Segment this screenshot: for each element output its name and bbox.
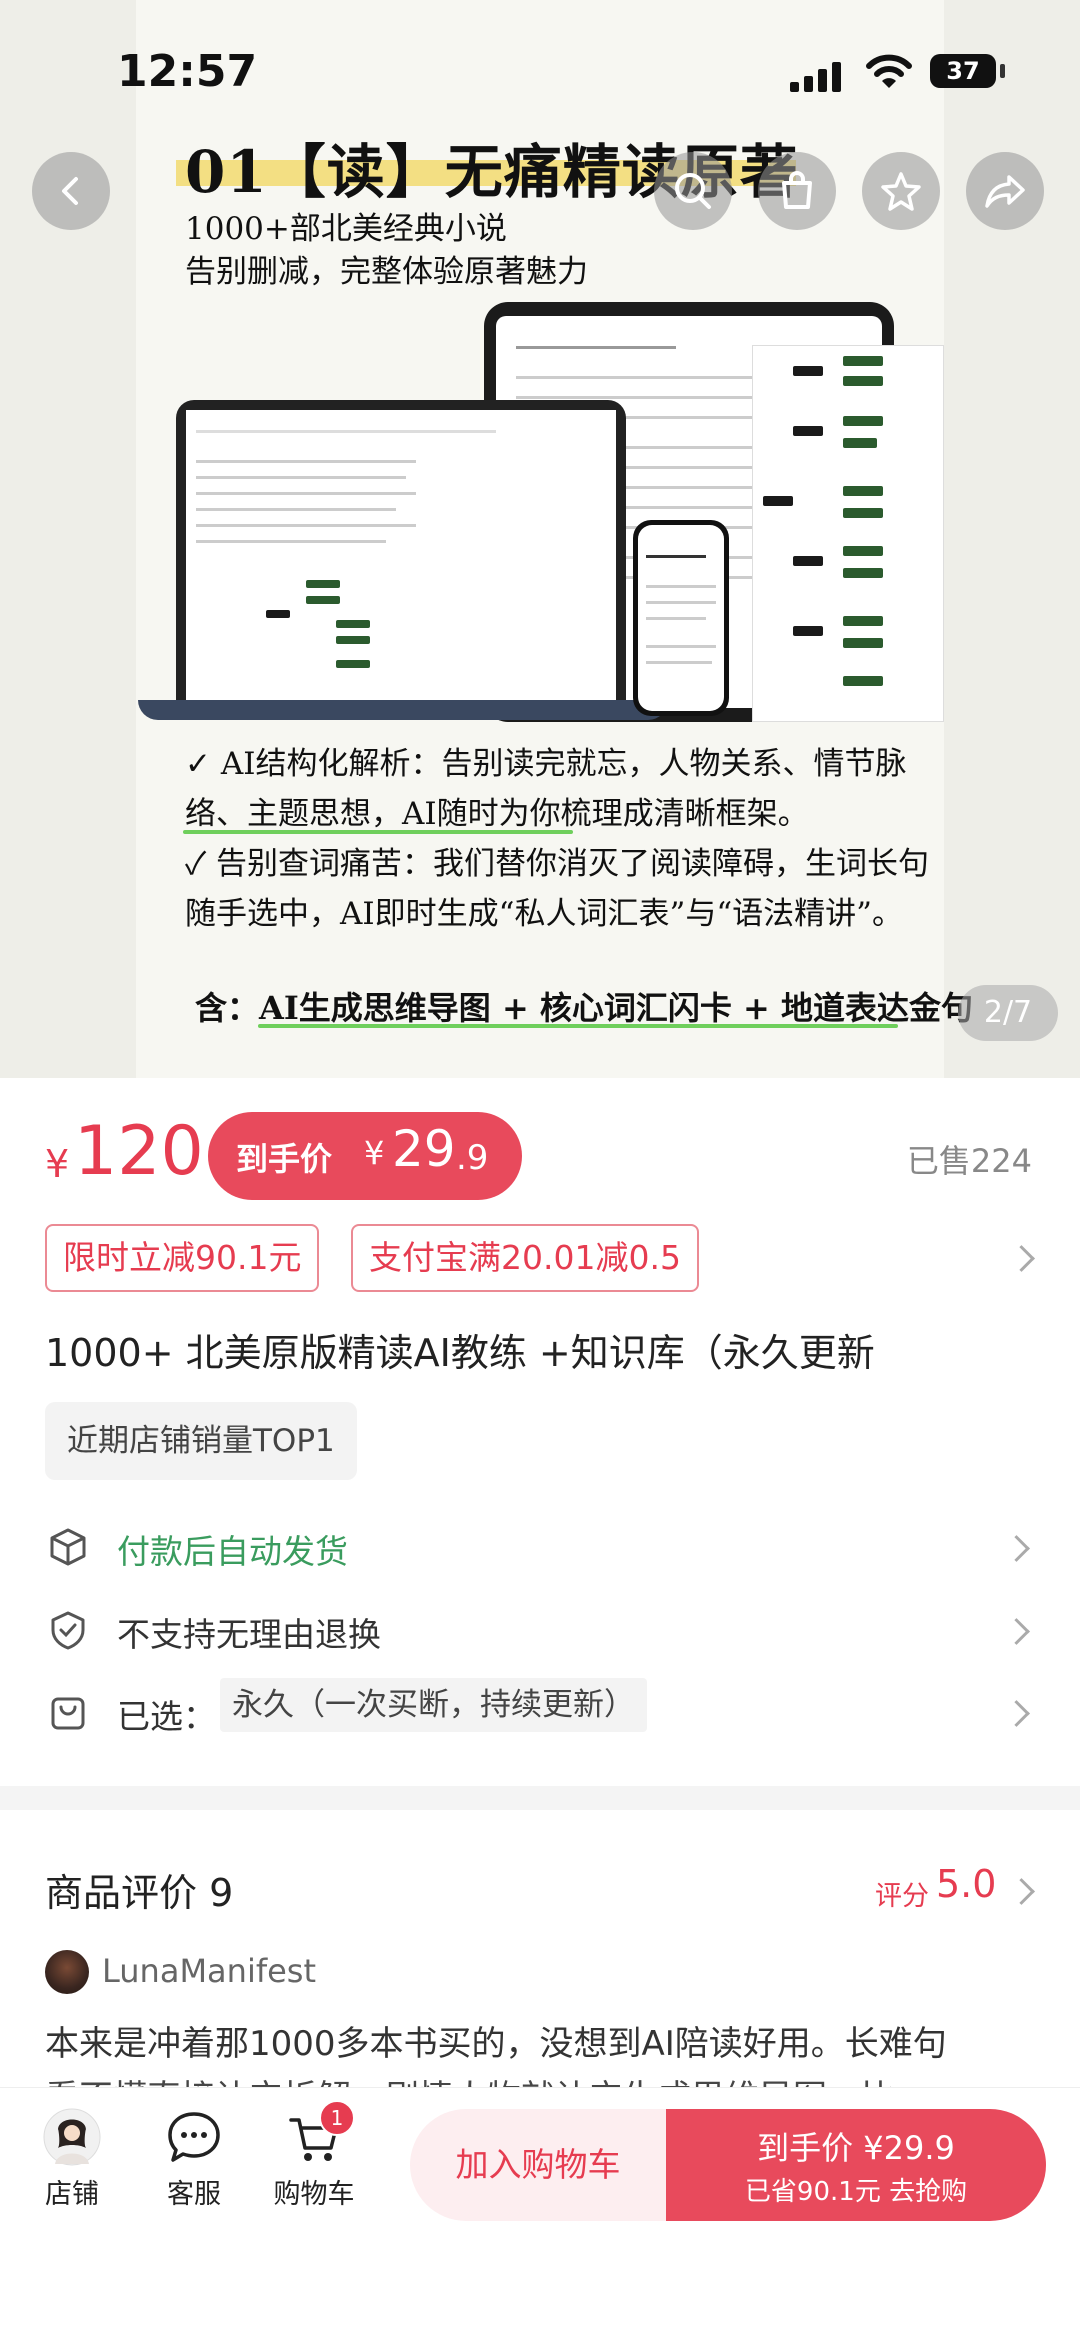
price-currency: ¥	[45, 1142, 70, 1186]
reviews-title[interactable]: 商品评价 9	[45, 1862, 233, 1917]
buy-saving-text: 已省90.1元 去抢购	[744, 2177, 968, 2207]
poster-footer: 含：AI生成思维导图 + 核心词汇闪卡 + 地道表达金句	[195, 989, 973, 1027]
chevron-right-icon[interactable]	[1008, 1245, 1035, 1272]
add-to-cart-button[interactable]: 加入购物车	[410, 2109, 666, 2221]
poster-body-line: ✓ AI结构化解析：告别读完就忘，人物关系、情节脉	[185, 746, 907, 782]
deal-price-badge: 到手价 ¥ 29 .9	[208, 1112, 522, 1200]
product-title: 1000+ 北美原版精读AI教练 +知识库（永久更新	[45, 1331, 875, 1375]
price-row: ¥ 120 到手价 ¥ 29 .9 已售224	[0, 1112, 1080, 1212]
underline-decoration	[183, 830, 573, 834]
back-button[interactable]	[32, 152, 110, 230]
underline-decoration	[258, 1024, 898, 1028]
shop-label: 店铺	[45, 2179, 99, 2210]
chevron-left-icon	[62, 177, 78, 205]
search-icon	[675, 173, 711, 209]
poster-subtitle: 告别删减，完整体验原著魅力	[185, 254, 588, 290]
chat-icon	[165, 2108, 223, 2166]
laptop-base	[138, 700, 668, 720]
return-policy-text: 不支持无理由退换	[117, 1615, 381, 1654]
review-score: 5.0	[936, 1862, 997, 1906]
rank-tag[interactable]: 近期店铺销量TOP1	[45, 1402, 357, 1480]
shop-avatar-icon	[43, 2108, 101, 2166]
cart-count-badge: 1	[319, 2100, 355, 2136]
selected-label: 已选：	[117, 1697, 216, 1736]
deal-label: 到手价	[236, 1140, 333, 1178]
shipping-row[interactable]: 付款后自动发货	[0, 1513, 1080, 1583]
battery-icon: 37	[930, 54, 996, 88]
poster-body-line: 随手选中，AI即时生成“私人词汇表”与“语法精讲”。	[185, 896, 904, 932]
review-text: 本来是冲着那1000多本书买的，没想到AI陪读好用。长难句	[45, 2024, 947, 2064]
shop-button[interactable]	[758, 152, 836, 230]
poster-subtitle: 1000+部北美经典小说	[185, 211, 507, 247]
avatar	[45, 1950, 89, 1994]
poster-body-line: ✓ 告别查词痛苦：我们替你消灭了阅读障碍，生词长句	[185, 846, 930, 882]
wifi-icon	[866, 54, 912, 88]
sold-count: 已售224	[906, 1142, 1032, 1180]
review-username: LunaManifest	[102, 1952, 316, 1990]
coupon-tag[interactable]: 限时立减90.1元	[45, 1224, 320, 1292]
chevron-right-icon	[1003, 1618, 1030, 1645]
return-policy-row[interactable]: 不支持无理由退换	[0, 1596, 1080, 1666]
buy-now-button[interactable]: 到手价 ¥29.9 已省90.1元 去抢购	[666, 2109, 1046, 2221]
coupon-tag[interactable]: 支付宝满20.01减0.5	[351, 1224, 699, 1292]
laptop-illustration	[176, 400, 626, 700]
shield-check-icon	[51, 1611, 85, 1650]
service-label: 客服	[167, 2179, 221, 2210]
deal-price-integer: 29	[392, 1120, 456, 1178]
bag-icon	[51, 1697, 85, 1730]
score-label: 评分	[875, 1881, 929, 1912]
chevron-right-icon	[1003, 1535, 1030, 1562]
mindmap-illustration	[752, 345, 944, 722]
deal-price-decimal: .9	[456, 1138, 489, 1178]
deal-currency: ¥	[364, 1134, 385, 1172]
cart-icon: 1	[285, 2100, 355, 2166]
buy-price-text: 到手价 ¥29.9	[757, 2129, 955, 2167]
page-indicator: 2/7	[958, 985, 1058, 1041]
original-price: 120	[74, 1112, 204, 1191]
search-button[interactable]	[654, 152, 732, 230]
bottom-action-bar: 店铺 客服 1 购物车 加入购物车 到手价 ¥29.9 已省90.1元 去抢购	[0, 2087, 1080, 2338]
box-icon	[50, 1528, 86, 1566]
section-divider	[0, 1786, 1080, 1810]
cart-tab[interactable]: 1 购物车	[264, 2100, 364, 2211]
battery-cap	[1000, 64, 1005, 78]
cellular-signal-icon	[790, 62, 841, 92]
poster-body-line: 络、主题思想，AI随时为你梳理成清晰框架。	[185, 796, 809, 832]
selected-option-row[interactable]: 已选： 永久（一次买断，持续更新）	[0, 1678, 1080, 1748]
chevron-right-icon	[1003, 1700, 1030, 1727]
selected-value: 永久（一次买断，持续更新）	[220, 1678, 647, 1732]
customer-service-tab[interactable]: 客服	[144, 2108, 244, 2211]
status-time: 12:57	[117, 46, 258, 97]
favorite-button[interactable]	[862, 152, 940, 230]
chevron-right-icon[interactable]	[1008, 1878, 1035, 1905]
status-bar: 12:57 37	[0, 40, 1080, 110]
share-icon	[985, 175, 1025, 208]
shipping-text: 付款后自动发货	[117, 1532, 348, 1571]
shop-tab[interactable]: 店铺	[22, 2108, 122, 2211]
shop-bag-icon	[782, 171, 812, 209]
share-button[interactable]	[966, 152, 1044, 230]
phone-illustration	[633, 520, 729, 716]
cart-label: 购物车	[273, 2179, 355, 2210]
star-icon	[881, 172, 921, 211]
